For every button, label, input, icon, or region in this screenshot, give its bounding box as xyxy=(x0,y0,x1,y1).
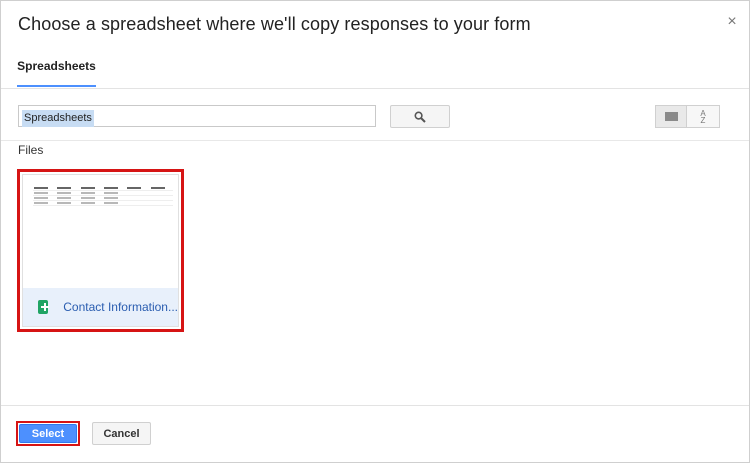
search-button[interactable] xyxy=(390,105,450,128)
tab-bar: Spreadsheets xyxy=(1,46,749,89)
thumbnail-preview xyxy=(33,186,173,206)
close-icon[interactable]: × xyxy=(725,14,739,30)
cancel-button[interactable]: Cancel xyxy=(92,422,151,445)
file-card-footer: Contact Information... xyxy=(23,288,178,326)
file-name[interactable]: Contact Information... xyxy=(63,300,178,314)
sort-az-icon-bottom: Z xyxy=(700,115,706,125)
footer-divider xyxy=(1,405,749,406)
tab-spreadsheets[interactable]: Spreadsheets xyxy=(17,46,96,87)
select-button-highlight: Select xyxy=(16,421,80,446)
grid-view-icon xyxy=(664,112,678,121)
select-button[interactable]: Select xyxy=(19,424,77,443)
search-filter-chip[interactable]: Spreadsheets xyxy=(22,110,94,127)
search-icon xyxy=(414,110,426,123)
header-divider xyxy=(1,140,749,141)
sort-az-button[interactable]: A Z xyxy=(687,105,720,128)
search-input[interactable]: Spreadsheets xyxy=(18,105,376,127)
view-options: A Z xyxy=(655,105,720,128)
grid-view-button[interactable] xyxy=(655,105,687,128)
spreadsheet-picker-dialog: Choose a spreadsheet where we'll copy re… xyxy=(0,0,750,463)
file-card-contact-information[interactable]: Contact Information... xyxy=(17,169,184,332)
files-heading: Files xyxy=(18,143,44,157)
file-card-body: Contact Information... xyxy=(22,174,179,327)
spreadsheet-thumbnail xyxy=(23,175,178,294)
google-sheets-icon xyxy=(38,300,50,314)
dialog-title: Choose a spreadsheet where we'll copy re… xyxy=(18,14,531,34)
